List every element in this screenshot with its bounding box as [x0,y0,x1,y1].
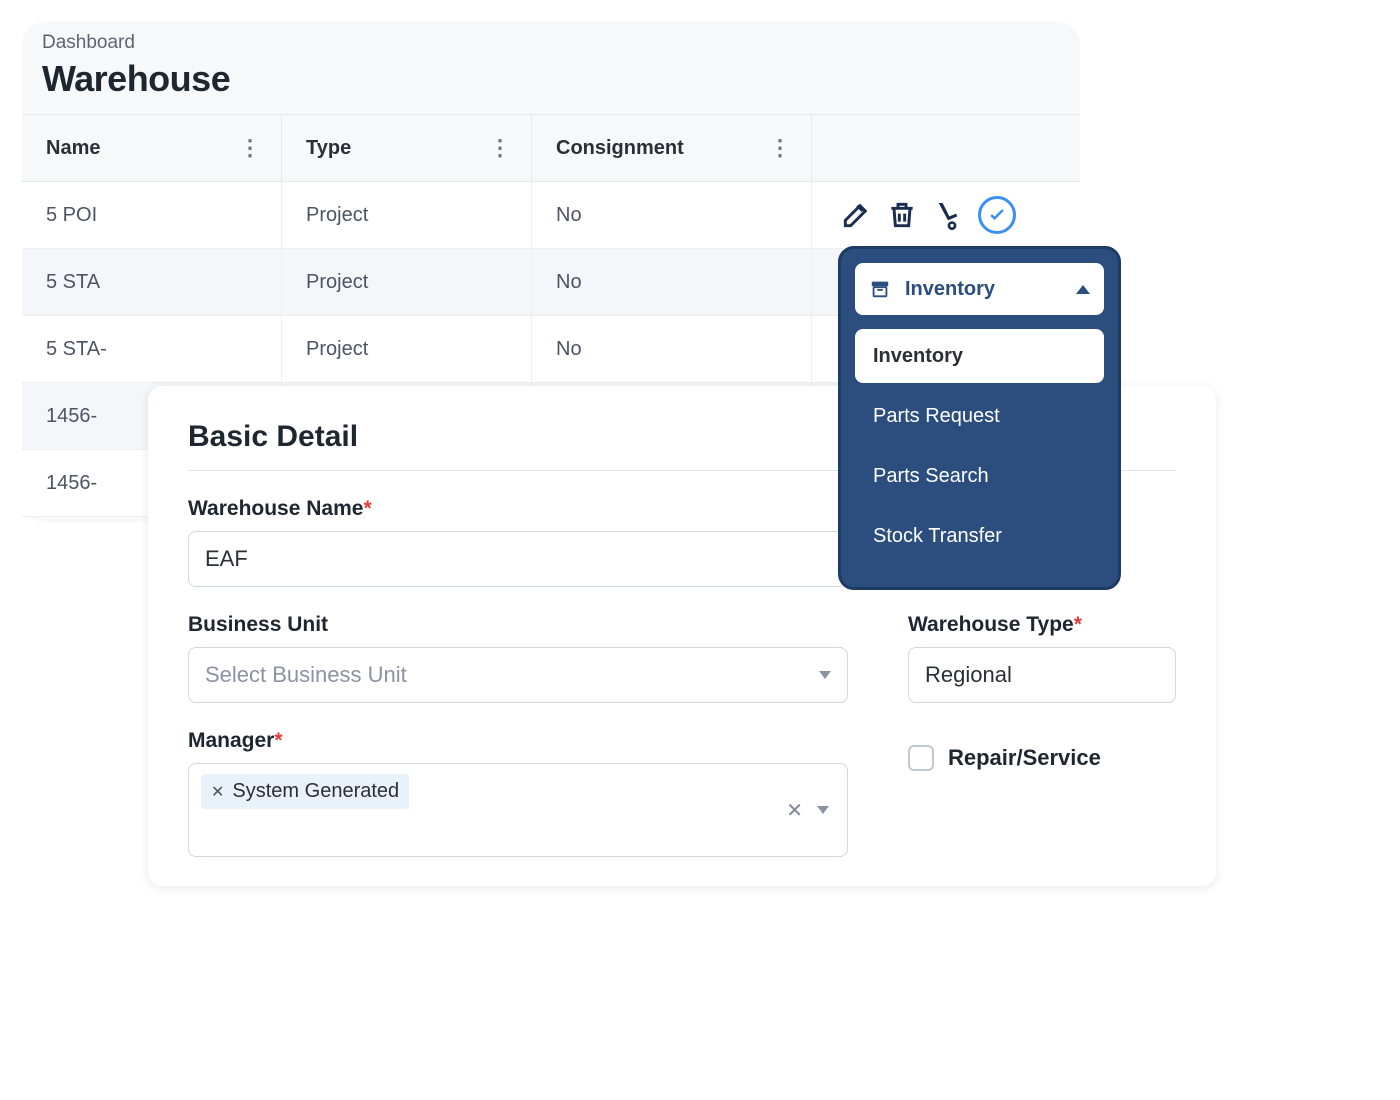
cell-consignment: No [532,316,812,382]
grid-header-row: Name ⋮ Type ⋮ Consignment ⋮ [22,114,1080,182]
breadcrumb[interactable]: Dashboard [22,32,1080,54]
required-asterisk: * [1074,613,1082,636]
manager-label: Manager [188,729,274,752]
warehouse-name-label: Warehouse Name [188,497,363,520]
col-header-type-label: Type [306,137,351,160]
required-asterisk: * [274,729,282,752]
warehouse-name-input[interactable] [188,531,848,587]
inventory-dropdown-panel: Inventory Inventory Parts Request Parts … [838,246,1121,590]
col-header-consignment[interactable]: Consignment ⋮ [532,115,812,181]
table-row[interactable]: 5 POI Project No [22,182,1080,249]
inventory-menu-item[interactable]: Parts Search [855,449,1104,503]
kebab-icon[interactable]: ⋮ [237,135,263,161]
inventory-dropdown-list: Inventory Parts Request Parts Search Sto… [855,329,1104,563]
col-header-actions [812,115,1080,181]
inventory-menu-item[interactable]: Parts Request [855,389,1104,443]
cell-type: Project [282,249,532,315]
archive-box-icon [869,278,891,300]
manager-tag-label: System Generated [232,780,399,803]
inventory-menu-item[interactable]: Inventory [855,329,1104,383]
kebab-icon[interactable]: ⋮ [767,135,793,161]
tag-remove-icon[interactable]: ✕ [211,782,224,802]
kebab-icon[interactable]: ⋮ [487,135,513,161]
edit-icon[interactable] [840,199,872,231]
col-header-type[interactable]: Type ⋮ [282,115,532,181]
col-header-consignment-label: Consignment [556,137,684,160]
inventory-menu-item[interactable]: Stock Transfer [855,509,1104,563]
warehouse-type-select[interactable]: Regional [908,647,1176,703]
inventory-dropdown-toggle[interactable]: Inventory [855,263,1104,315]
clear-all-icon[interactable]: ✕ [786,798,803,823]
manager-tags: ✕ System Generated [201,774,409,809]
manager-multiselect[interactable]: ✕ System Generated ✕ [188,763,848,857]
field-business-unit: Business Unit Select Business Unit [188,613,848,703]
cell-name: 5 STA- [22,316,282,382]
caret-up-icon [1076,285,1090,294]
cell-type: Project [282,182,532,248]
col-header-name-label: Name [46,137,100,160]
cell-consignment: No [532,249,812,315]
field-warehouse-name: Warehouse Name* [188,497,848,587]
repair-service-label: Repair/Service [948,745,1101,771]
warehouse-type-value: Regional [925,662,1012,688]
repair-service-checkbox[interactable] [908,745,934,771]
page-title: Warehouse [22,54,1080,114]
field-warehouse-type: Warehouse Type* Regional [908,613,1176,703]
cell-name: 5 STA [22,249,282,315]
business-unit-select[interactable]: Select Business Unit [188,647,848,703]
inventory-selected-label: Inventory [905,278,1062,301]
col-header-name[interactable]: Name ⋮ [22,115,282,181]
cell-consignment: No [532,182,812,248]
trash-icon[interactable] [886,199,918,231]
business-unit-label: Business Unit [188,613,328,636]
chevron-down-icon[interactable] [817,806,829,814]
cell-name: 5 POI [22,182,282,248]
cell-type: Project [282,316,532,382]
field-repair-service: Repair/Service [908,729,1176,857]
approve-check-icon[interactable] [978,196,1016,234]
row-actions [812,182,1080,248]
field-manager: Manager* ✕ System Generated ✕ [188,729,848,857]
required-asterisk: * [363,497,371,520]
chevron-down-icon [819,671,831,679]
warehouse-type-label: Warehouse Type [908,613,1074,636]
hand-truck-icon[interactable] [932,199,964,231]
business-unit-placeholder: Select Business Unit [205,662,407,688]
manager-tag: ✕ System Generated [201,774,409,809]
